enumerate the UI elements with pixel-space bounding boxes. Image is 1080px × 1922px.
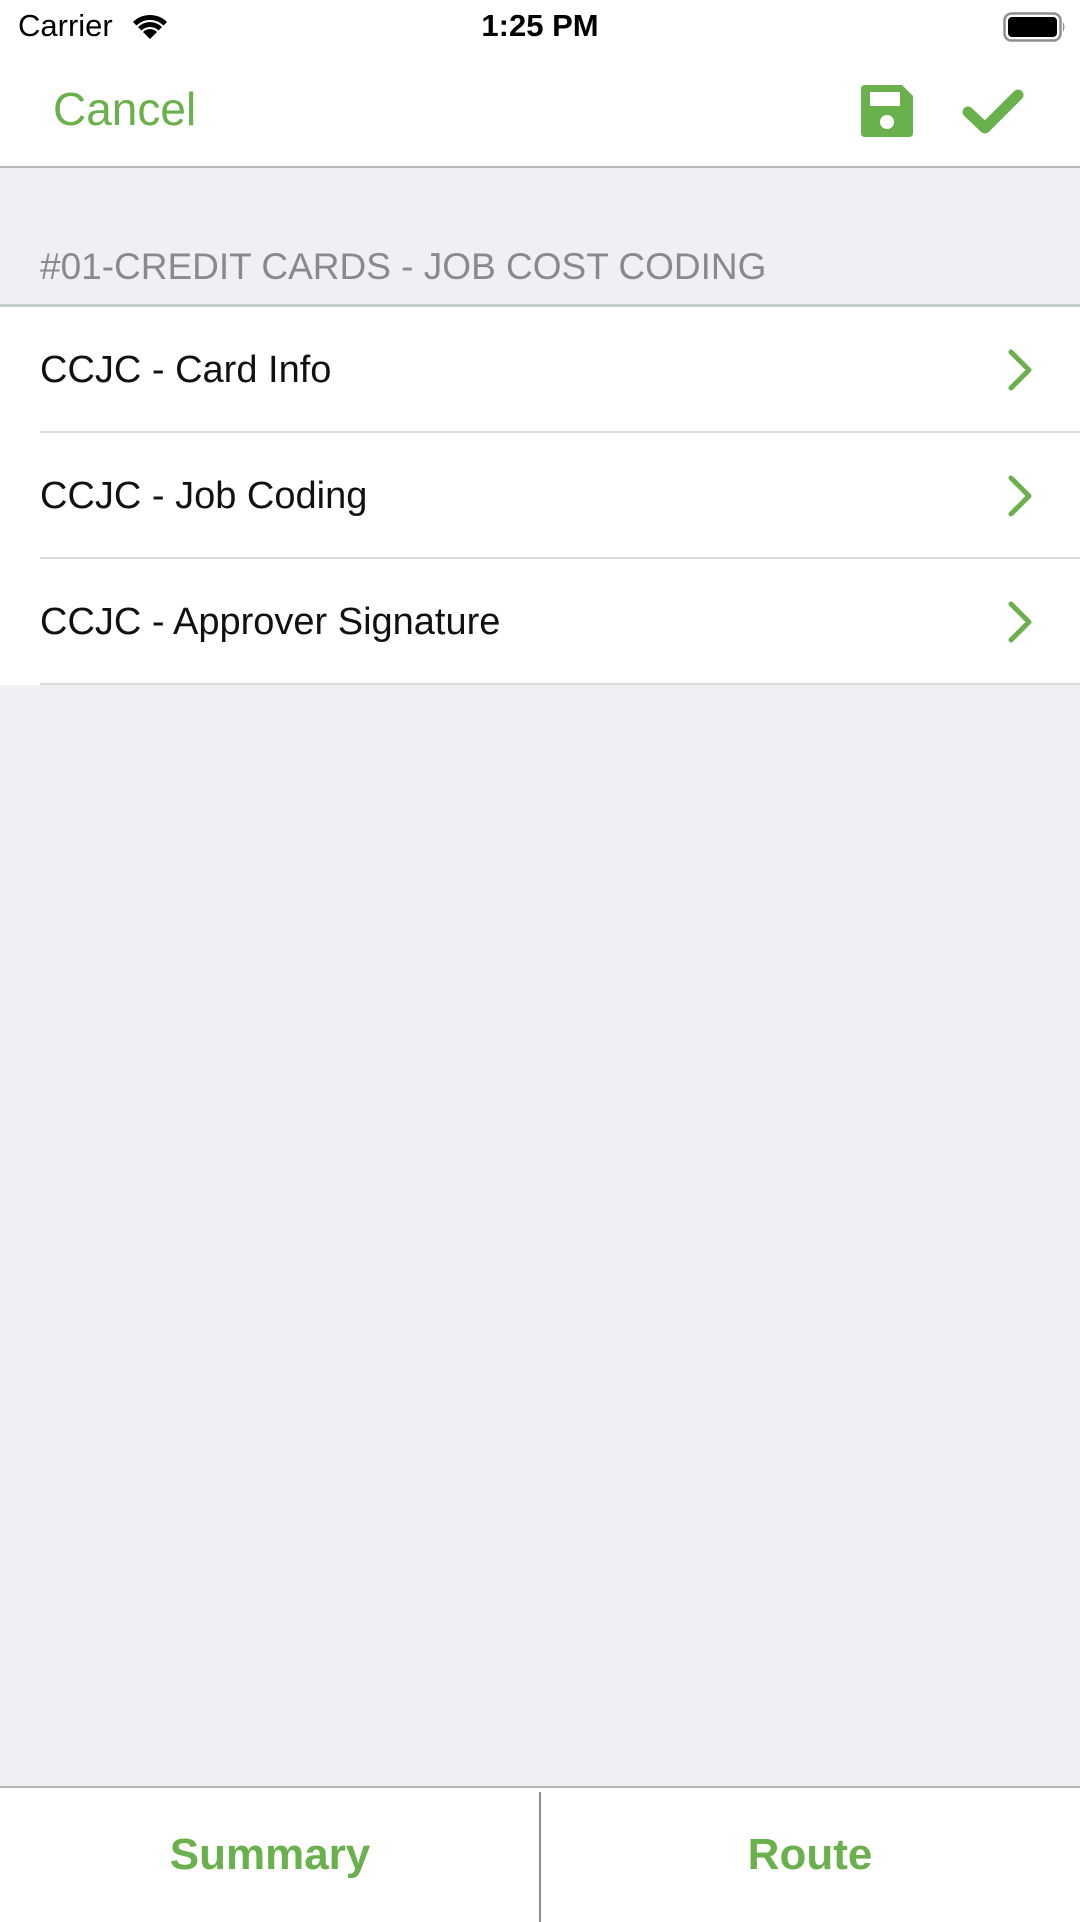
tab-route[interactable]: Route bbox=[540, 1788, 1080, 1922]
tab-summary[interactable]: Summary bbox=[0, 1788, 540, 1922]
checkmark-icon bbox=[962, 89, 1024, 134]
list-item-label: CCJC - Job Coding bbox=[40, 475, 368, 517]
cancel-button[interactable]: Cancel bbox=[53, 82, 196, 136]
done-button[interactable] bbox=[958, 82, 1028, 140]
chevron-right-icon bbox=[1008, 349, 1032, 391]
bottom-tab-bar: Summary Route bbox=[0, 1786, 1080, 1922]
battery-full-icon bbox=[1003, 12, 1065, 42]
clock: 1:25 PM bbox=[481, 8, 599, 43]
save-button[interactable] bbox=[858, 82, 918, 140]
save-icon bbox=[861, 85, 913, 137]
list-item-job-coding[interactable]: CCJC - Job Coding bbox=[0, 433, 1080, 559]
list-item-approver-signature[interactable]: CCJC - Approver Signature bbox=[0, 559, 1080, 685]
chevron-right-icon bbox=[1008, 601, 1032, 643]
section-title: #01-CREDIT CARDS - JOB COST CODING bbox=[40, 246, 767, 287]
navigation-bar: Cancel bbox=[0, 56, 1080, 168]
status-bar: Carrier 1:25 PM bbox=[0, 0, 1080, 56]
section-header: #01-CREDIT CARDS - JOB COST CODING bbox=[0, 168, 1080, 307]
list-item-card-info[interactable]: CCJC - Card Info bbox=[0, 307, 1080, 433]
list-item-label: CCJC - Approver Signature bbox=[40, 601, 501, 643]
chevron-right-icon bbox=[1008, 475, 1032, 517]
list-item-label: CCJC - Card Info bbox=[40, 349, 332, 391]
form-section-list: CCJC - Card Info CCJC - Job Coding CCJC … bbox=[0, 307, 1080, 685]
